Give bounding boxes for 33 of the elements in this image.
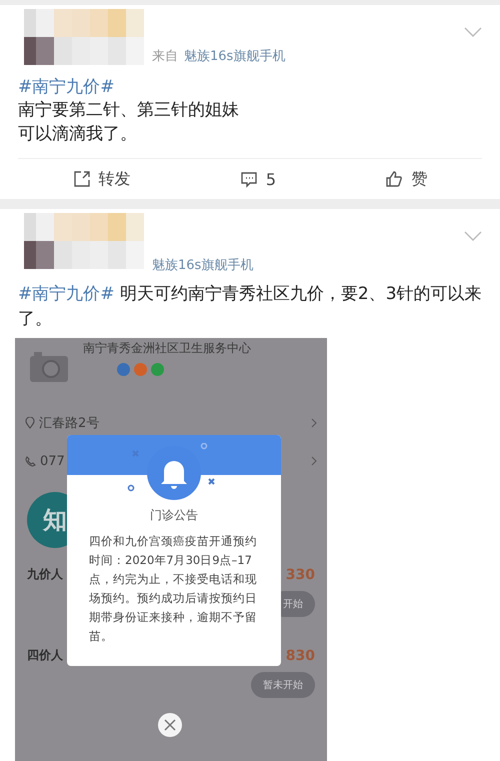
repost-button[interactable]: 转发 <box>72 168 131 190</box>
address-text: 汇春路2号 <box>39 415 100 432</box>
collapse-chevron-icon[interactable] <box>464 231 482 241</box>
price-text: 330 <box>286 566 315 582</box>
comment-icon <box>240 170 258 188</box>
price-text: 830 <box>286 648 315 664</box>
close-button[interactable] <box>158 713 182 737</box>
post-text: 可以滴滴我了。 <box>18 123 138 146</box>
collapse-chevron-icon[interactable] <box>464 27 482 37</box>
source-label: 来自 <box>152 48 178 65</box>
dialog-title: 门诊公告 <box>150 507 198 524</box>
like-button[interactable]: 赞 <box>385 168 428 190</box>
notice-text: 四价和九价宫颈癌疫苗开通预约时间：2020年7月30日9点–17点，约完为止，不接受电话和现场预约。预约成功后请按预约日期带身份证来接种，逾期不予留苗。 <box>88 533 258 645</box>
chevron-right-icon <box>311 456 317 466</box>
thumbs-up-icon <box>385 170 404 188</box>
camera-icon <box>29 350 69 384</box>
vaccine-name: 九价人 <box>27 566 63 583</box>
device-name[interactable]: 魅族16s旗舰手机 <box>152 256 254 274</box>
share-icon <box>72 170 91 188</box>
comment-button[interactable]: 5 <box>240 170 276 188</box>
post-text: 南宁要第二针、第三针的姐妹 <box>18 99 240 122</box>
phone-text: 077 <box>40 454 65 468</box>
chevron-right-icon <box>311 418 317 428</box>
device-name[interactable]: 魅族16s旗舰手机 <box>184 47 286 65</box>
hashtag-link[interactable]: #南宁九价# <box>18 75 482 98</box>
location-icon <box>25 417 35 429</box>
phone-icon <box>25 456 36 466</box>
hashtag-link[interactable]: #南宁九价# <box>18 284 114 304</box>
center-name: 南宁青秀金洲社区卫生服务中心 <box>83 340 251 357</box>
vaccine-name: 四价人 <box>27 647 63 664</box>
post-text: #南宁九价# 明天可约南宁青秀社区九价，要2、3针的可以来了。 <box>18 283 482 331</box>
close-icon <box>164 719 176 731</box>
booking-button[interactable]: 暂未开始 <box>251 672 315 698</box>
